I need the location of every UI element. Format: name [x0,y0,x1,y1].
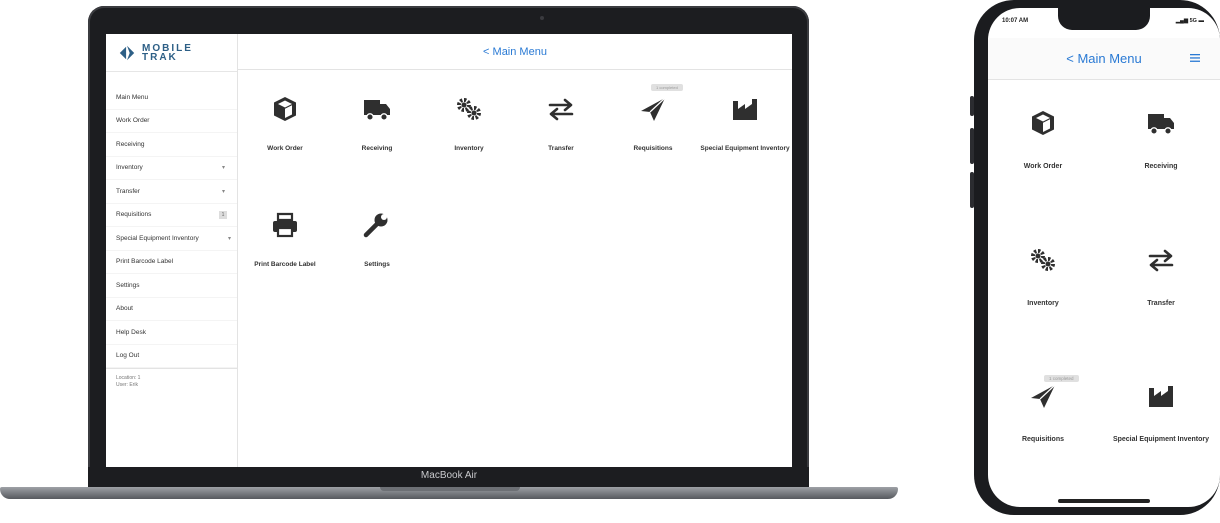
sidebar-nav: Main Menu Work Order Receiving Inventory… [106,86,237,368]
laptop-hinge [380,487,520,491]
phone-mute-switch [970,96,974,116]
sidebar-item-print-barcode[interactable]: Print Barcode Label [106,251,237,274]
session-info: Location: 1 User: Erik [106,368,237,395]
tile-label: Receiving [361,145,393,152]
wrench-icon [363,213,388,238]
truck-icon [1148,114,1174,135]
user-text: User: Erik [116,382,138,388]
sidebar-item-log-out[interactable]: Log Out [106,345,237,368]
device-model-label: MacBook Air [420,470,478,481]
phone-screen: 10:07 AM ▂▄▆ 5G ▬ < Main Menu Work Order… [988,8,1220,507]
gears-icon [1031,249,1055,271]
truck-icon [364,100,390,121]
tile-label: Special Equipment Inventory [700,145,790,152]
tile-label: Requisitions [1021,436,1064,443]
tile-settings[interactable]: Settings [332,192,422,306]
tile-label: Receiving [1144,163,1178,170]
sidebar-item-main-menu[interactable]: Main Menu [106,86,237,110]
network-label: 5G [1189,18,1197,24]
completed-badge: 1 completed [1044,375,1079,382]
tile-requisitions[interactable]: 1 completed Requisitions [988,375,1098,445]
home-indicator[interactable] [1058,499,1150,503]
sidebar-item-special-equipment[interactable]: Special Equipment Inventory ▾ [106,227,237,251]
factory-icon [733,99,757,120]
sidebar-item-label: Requisitions [116,211,152,219]
transfer-arrows-icon [548,98,574,121]
sidebar-item-label: Settings [116,281,140,289]
status-time: 10:07 AM [1002,18,1029,24]
chevron-down-icon[interactable]: ▾ [222,188,225,195]
sidebar-item-label: Print Barcode Label [116,258,174,266]
tile-label: Print Barcode Label [254,261,316,268]
sidebar-item-inventory[interactable]: Inventory ▾ [106,157,237,180]
sidebar-item-label: Work Order [116,117,150,125]
phone-notch [1058,8,1150,30]
tile-receiving[interactable]: Receiving [332,76,422,190]
tile-label: Transfer [548,145,574,152]
phone-volume-up [970,128,974,164]
tile-label: Requisitions [633,145,673,152]
tile-label: Special Equipment Inventory [1112,436,1210,443]
sidebar-item-requisitions[interactable]: Requisitions 1 [106,204,237,227]
logo-line2: TRAK [142,51,178,63]
tile-transfer[interactable]: Transfer [1106,245,1216,309]
back-main-menu-link[interactable]: < Main Menu [483,46,547,58]
transfer-arrows-icon [1148,249,1174,272]
tile-label: Inventory [454,145,484,152]
factory-icon [1149,386,1173,407]
sidebar-item-label: Log Out [116,352,140,360]
paper-plane-icon [641,97,666,121]
sidebar-item-work-order[interactable]: Work Order [106,110,237,133]
sidebar-item-label: Special Equipment Inventory [116,234,199,242]
logo[interactable]: MOBILE TRAK [106,34,237,72]
logo-text: MOBILE TRAK [142,43,193,63]
sidebar-item-receiving[interactable]: Receiving [106,133,237,157]
paper-plane-icon [1031,384,1056,408]
laptop-screen: MOBILE TRAK Main Menu Work Order Receivi… [106,34,792,467]
chevron-down-icon[interactable]: ▾ [222,164,225,171]
phone-header: < Main Menu [988,38,1220,80]
camera [540,16,544,20]
sidebar-item-settings[interactable]: Settings [106,274,237,298]
location-text: Location: 1 [116,375,141,381]
status-signal: ▂▄▆ 5G ▬ [1175,18,1204,24]
logo-diamond-icon [119,45,135,60]
tile-label: Transfer [1147,300,1175,307]
chevron-down-icon[interactable]: ▾ [228,235,231,242]
header: < Main Menu [238,34,792,70]
tile-receiving[interactable]: Receiving [1106,108,1216,172]
count-badge: 1 [219,210,227,219]
printer-icon [273,212,297,238]
sidebar-item-label: Help Desk [116,328,146,336]
tile-inventory[interactable]: Inventory [988,245,1098,309]
sidebar-item-label: Main Menu [116,93,149,101]
completed-badge: 1 completed [651,84,683,91]
tile-requisitions[interactable]: 1 completed Requisitions [608,76,698,190]
sidebar-item-about[interactable]: About [106,298,237,321]
phone-volume-down [970,172,974,208]
sidebar-item-transfer[interactable]: Transfer ▾ [106,180,237,204]
tile-label: Work Order [1023,163,1063,170]
tile-special-equipment[interactable]: Special Equipment Inventory [1106,381,1216,445]
sidebar-item-help-desk[interactable]: Help Desk [106,321,237,345]
sidebar-item-label: Inventory [116,164,143,172]
tile-work-order[interactable]: Work Order [988,108,1098,172]
tile-print-barcode[interactable]: Print Barcode Label [240,192,330,306]
sidebar-item-label: Receiving [116,140,145,148]
tile-label: Inventory [1027,300,1059,307]
tile-special-equipment[interactable]: Special Equipment Inventory [700,76,790,190]
box-icon [274,97,296,121]
sidebar: MOBILE TRAK Main Menu Work Order Receivi… [106,34,238,467]
tile-inventory[interactable]: Inventory [424,76,514,190]
back-main-menu-link[interactable]: < Main Menu [1066,51,1142,66]
sidebar-item-label: About [116,305,133,313]
box-icon [1032,111,1054,135]
tile-label: Settings [364,261,390,268]
tile-label: Work Order [267,145,303,152]
sidebar-item-label: Transfer [116,187,140,195]
list-menu-icon[interactable] [1190,54,1200,62]
tile-work-order[interactable]: Work Order [240,76,330,190]
gears-icon [457,98,481,120]
tile-transfer[interactable]: Transfer [516,76,606,190]
